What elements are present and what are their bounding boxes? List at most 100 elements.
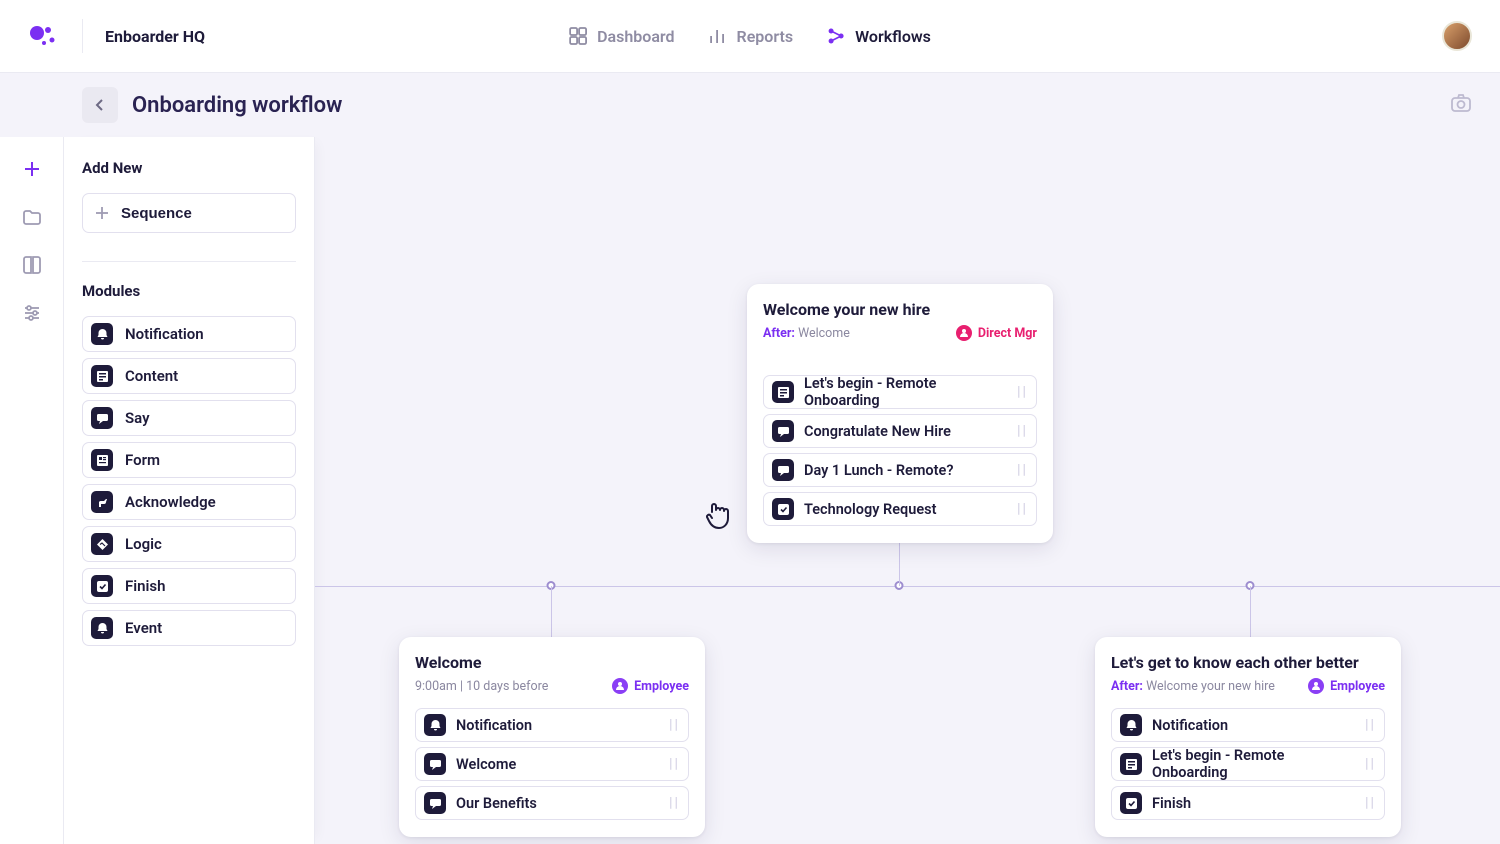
nav-dashboard-label: Dashboard (597, 27, 674, 46)
node-items: Notification|| Welcome || Our Benefits || (415, 708, 689, 820)
node-item[interactable]: Congratulate New Hire || (763, 414, 1037, 448)
node-meta: 9:00am | 10 days before Employee (415, 678, 689, 694)
module-item[interactable]: Finish (82, 568, 296, 604)
node-item-label: Welcome (456, 756, 516, 773)
sidebar-panel: Add New Sequence Modules NotificationCon… (64, 137, 315, 844)
node-item-label: Technology Request (804, 501, 936, 518)
drag-handle-icon[interactable]: || (1017, 384, 1028, 400)
module-icon (91, 323, 113, 345)
modules-list: Notification Content Say Form Acknowledge Log… (82, 316, 296, 646)
rail-add-icon[interactable] (22, 159, 42, 179)
workflow-node-left[interactable]: Welcome 9:00am | 10 days before Employee… (399, 637, 705, 837)
module-item[interactable]: Form (82, 442, 296, 478)
node-item[interactable]: Notification || (1111, 708, 1385, 742)
node-item-icon (1120, 714, 1142, 736)
drag-handle-icon[interactable]: || (1365, 756, 1376, 772)
drag-handle-icon[interactable]: || (669, 795, 680, 811)
node-badge: Direct Mgr (956, 325, 1037, 341)
node-items: Let's begin - Remote Onboarding||Congrat… (763, 375, 1037, 526)
module-item[interactable]: Logic (82, 526, 296, 562)
module-label: Notification (125, 325, 204, 343)
connector-line (899, 537, 900, 586)
rail-settings-icon[interactable] (22, 303, 42, 323)
module-label: Say (125, 409, 150, 427)
node-item[interactable]: Our Benefits || (415, 786, 689, 820)
node-item-icon (424, 792, 446, 814)
org-name: Enboarder HQ (105, 27, 205, 46)
back-button[interactable] (82, 87, 118, 123)
node-item-icon (772, 498, 794, 520)
workflow-node-top[interactable]: Welcome your new hire After: Welcome Dir… (747, 284, 1053, 543)
node-item-label: Congratulate New Hire (804, 423, 951, 440)
panel-divider (82, 261, 296, 262)
drag-handle-icon[interactable]: || (1017, 501, 1028, 517)
node-item-label: Day 1 Lunch - Remote? (804, 462, 953, 479)
dashboard-icon (569, 27, 587, 45)
node-item[interactable]: Let's begin - Remote Onboarding || (1111, 747, 1385, 781)
node-item[interactable]: Day 1 Lunch - Remote? || (763, 453, 1037, 487)
module-item[interactable]: Notification (82, 316, 296, 352)
header-divider (82, 19, 83, 53)
node-item-icon (772, 420, 794, 442)
sequence-label: Sequence (121, 205, 192, 222)
add-sequence-button[interactable]: Sequence (82, 193, 296, 233)
left-rail (0, 137, 64, 844)
page-title: Onboarding workflow (132, 93, 342, 118)
modules-heading: Modules (82, 282, 296, 300)
node-item[interactable]: Let's begin - Remote Onboarding || (763, 375, 1037, 409)
module-icon (91, 365, 113, 387)
module-item[interactable]: Event (82, 610, 296, 646)
nav-reports[interactable]: Reports (709, 27, 794, 46)
node-title: Welcome your new hire (763, 300, 1037, 319)
node-item[interactable]: Welcome || (415, 747, 689, 781)
module-item[interactable]: Say (82, 400, 296, 436)
plus-icon (95, 206, 109, 220)
node-item[interactable]: Notification|| (415, 708, 689, 742)
node-item-icon (772, 381, 794, 403)
node-title: Let's get to know each other better (1111, 653, 1385, 672)
workflows-icon (827, 27, 845, 45)
workflow-node-right[interactable]: Let's get to know each other better Afte… (1095, 637, 1401, 837)
person-icon (1308, 678, 1324, 694)
node-title: Welcome (415, 653, 689, 672)
drag-handle-icon[interactable]: || (1365, 717, 1376, 733)
nav-workflows[interactable]: Workflows (827, 27, 931, 46)
nav-dashboard[interactable]: Dashboard (569, 27, 674, 46)
module-item[interactable]: Acknowledge (82, 484, 296, 520)
drag-handle-icon[interactable]: || (1365, 795, 1376, 811)
node-item-label: Let's begin - Remote Onboarding (804, 375, 1007, 409)
reports-icon (709, 27, 727, 45)
node-item-icon (1120, 753, 1142, 775)
node-after: After: Welcome (763, 326, 850, 341)
node-items: Notification||Let's begin - Remote Onboa… (1111, 708, 1385, 820)
module-label: Logic (125, 535, 162, 553)
drag-handle-icon[interactable]: || (669, 756, 680, 772)
node-meta: After: Welcome your new hire Employee (1111, 678, 1385, 694)
connector-line (551, 586, 552, 637)
workflow-canvas[interactable]: Welcome your new hire After: Welcome Dir… (315, 137, 1500, 844)
sub-header: Onboarding workflow (0, 73, 1500, 137)
rail-folder-icon[interactable] (22, 207, 42, 227)
module-item[interactable]: Content (82, 358, 296, 394)
person-icon (956, 325, 972, 341)
drag-handle-icon[interactable]: || (1017, 462, 1028, 478)
drag-handle-icon[interactable]: || (669, 717, 680, 733)
node-item-label: Let's begin - Remote Onboarding (1152, 747, 1355, 781)
node-item[interactable]: Technology Request || (763, 492, 1037, 526)
user-avatar[interactable] (1442, 21, 1472, 51)
person-icon (612, 678, 628, 694)
node-item-label: Notification (1152, 717, 1228, 734)
node-badge: Employee (612, 678, 689, 694)
top-header: Enboarder HQ Dashboard Reports Workflows (0, 0, 1500, 73)
node-item[interactable]: Finish|| (1111, 786, 1385, 820)
app-logo[interactable] (28, 20, 60, 52)
node-item-label: Our Benefits (456, 795, 537, 812)
nav-reports-label: Reports (737, 27, 794, 46)
screenshot-button[interactable] (1450, 92, 1472, 118)
module-label: Content (125, 367, 178, 385)
module-icon (91, 575, 113, 597)
module-icon (91, 491, 113, 513)
rail-book-icon[interactable] (22, 255, 42, 275)
module-label: Finish (125, 577, 166, 595)
drag-handle-icon[interactable]: || (1017, 423, 1028, 439)
